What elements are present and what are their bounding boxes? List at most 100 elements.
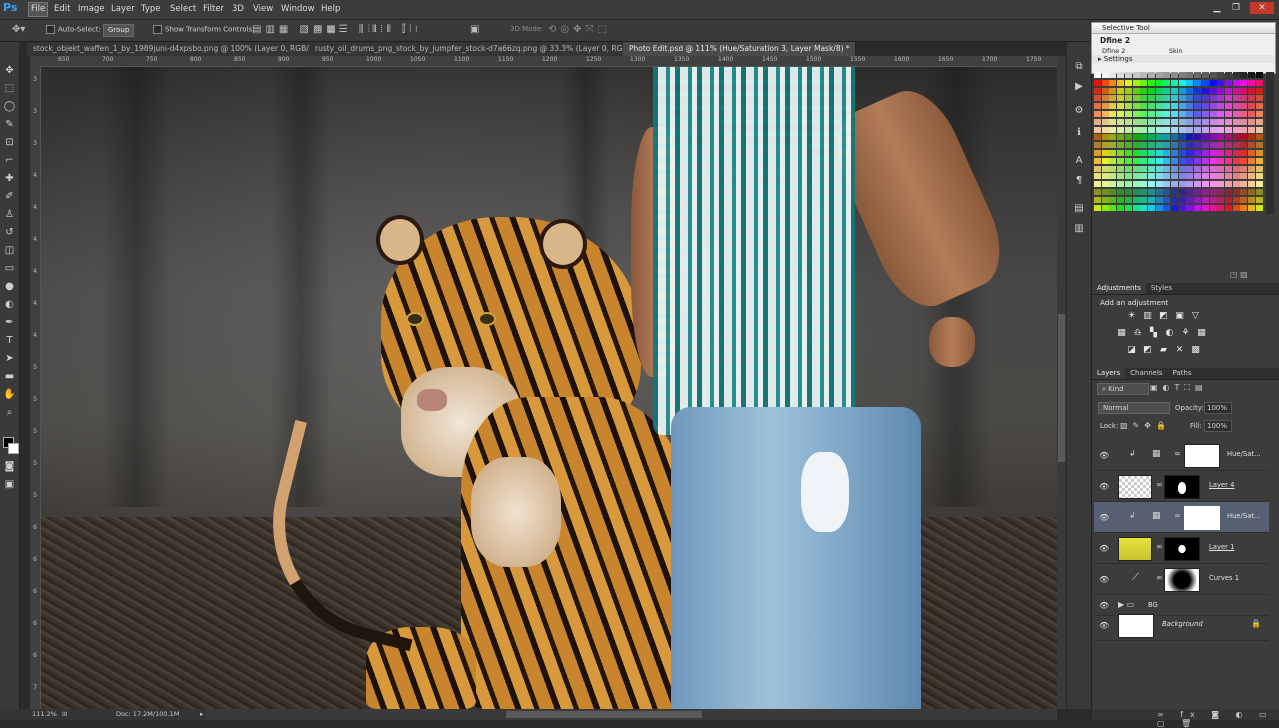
layer-filter-icons[interactable]: ▣◐T⛶▤ <box>1150 383 1208 393</box>
eye-icon[interactable]: 👁 <box>1099 513 1109 522</box>
color-swatch[interactable] <box>1194 142 1202 149</box>
color-swatch[interactable] <box>1101 173 1109 180</box>
color-swatch[interactable] <box>1140 72 1148 78</box>
color-swatch[interactable] <box>1124 157 1132 164</box>
color-swatch[interactable] <box>1194 157 1202 164</box>
color-swatch[interactable] <box>1194 150 1202 156</box>
color-swatch[interactable] <box>1178 111 1186 117</box>
color-swatch[interactable] <box>1147 204 1155 211</box>
color-swatch[interactable] <box>1124 134 1132 141</box>
color-swatch[interactable] <box>1101 181 1109 188</box>
color-swatch[interactable] <box>1248 87 1255 94</box>
color-swatch[interactable] <box>1217 150 1225 156</box>
color-swatch[interactable] <box>1232 157 1240 164</box>
color-swatch[interactable] <box>1094 204 1101 211</box>
color-swatch[interactable] <box>1171 79 1178 86</box>
color-swatch[interactable] <box>1132 118 1140 125</box>
color-swatch[interactable] <box>1132 150 1140 156</box>
selective-color-icon[interactable]: ▩ <box>1190 346 1201 355</box>
color-swatch[interactable] <box>1248 95 1255 102</box>
color-swatch[interactable] <box>1194 173 1202 180</box>
color-swatch[interactable] <box>1178 150 1186 156</box>
color-swatch[interactable] <box>1147 79 1155 86</box>
color-swatch[interactable] <box>1171 181 1178 188</box>
vertical-scroll-thumb[interactable] <box>1058 314 1065 462</box>
color-swatch[interactable] <box>1094 103 1101 110</box>
layer-row-layer-4[interactable]: 👁 ∞ Layer 4 <box>1094 471 1269 502</box>
photo-filter-icon[interactable]: ◐ <box>1164 329 1175 338</box>
color-swatch[interactable] <box>1186 196 1194 203</box>
color-swatch[interactable] <box>1224 79 1232 86</box>
color-swatch[interactable] <box>1186 118 1194 125</box>
color-swatch[interactable] <box>1117 157 1125 164</box>
color-swatch[interactable] <box>1109 72 1117 78</box>
eye-icon[interactable]: 👁 <box>1099 601 1109 610</box>
color-swatch[interactable] <box>1101 72 1109 78</box>
color-swatch[interactable] <box>1248 157 1255 164</box>
color-swatch[interactable] <box>1163 142 1171 149</box>
color-swatch[interactable] <box>1240 181 1248 188</box>
status-menu-arrow-icon[interactable]: ▸ <box>200 709 203 720</box>
color-swatch[interactable] <box>1248 142 1255 149</box>
menu-3d[interactable]: 3D <box>232 3 244 16</box>
eyedropper-tool-icon[interactable]: ⌐ <box>3 154 16 168</box>
color-swatch[interactable] <box>1124 189 1132 195</box>
color-swatch[interactable] <box>1255 181 1263 188</box>
lasso-tool-icon[interactable]: ◯ <box>3 100 16 114</box>
color-swatch[interactable] <box>1147 126 1155 133</box>
settings-row[interactable]: ▸ Settings <box>1092 55 1275 63</box>
color-swatch[interactable] <box>1163 118 1171 125</box>
color-swatch[interactable] <box>1132 196 1140 203</box>
color-swatch[interactable] <box>1163 72 1171 78</box>
color-swatch[interactable] <box>1155 134 1163 141</box>
color-swatch[interactable] <box>1186 134 1194 141</box>
color-swatch[interactable] <box>1248 196 1255 203</box>
color-swatch[interactable] <box>1178 103 1186 110</box>
color-swatch[interactable] <box>1186 165 1194 172</box>
layer-name[interactable]: Curves 1 <box>1209 574 1239 582</box>
color-swatch[interactable] <box>1248 189 1255 195</box>
color-swatch[interactable] <box>1194 87 1202 94</box>
menu-filter[interactable]: Filter <box>203 3 224 16</box>
properties-icon[interactable]: ⚙ <box>1072 104 1086 118</box>
color-swatch[interactable] <box>1240 87 1248 94</box>
color-swatch[interactable] <box>1101 150 1109 156</box>
color-swatch[interactable] <box>1217 118 1225 125</box>
move-tool-icon[interactable]: ✥ <box>3 64 16 78</box>
color-swatch[interactable] <box>1163 103 1171 110</box>
auto-align-icon[interactable]: ▣ <box>470 24 479 36</box>
color-swatch[interactable] <box>1140 79 1148 86</box>
color-swatch[interactable] <box>1094 126 1101 133</box>
marquee-tool-icon[interactable]: ⬚ <box>3 82 16 96</box>
color-swatch[interactable] <box>1209 204 1217 211</box>
layer-name[interactable]: Hue/Sat... <box>1227 450 1261 458</box>
color-swatch[interactable] <box>1094 181 1101 188</box>
color-swatch[interactable] <box>1094 79 1101 86</box>
color-swatch[interactable] <box>1117 126 1125 133</box>
restore-button[interactable]: ❐ <box>1228 2 1244 14</box>
color-swatch[interactable] <box>1186 173 1194 180</box>
color-swatch[interactable] <box>1124 103 1132 110</box>
color-swatch[interactable] <box>1147 72 1155 78</box>
tab-channels[interactable]: Channels <box>1125 368 1167 379</box>
color-swatch[interactable] <box>1155 157 1163 164</box>
auto-select-checkbox[interactable]: Auto-Select: <box>46 25 101 34</box>
color-swatch[interactable] <box>1217 111 1225 117</box>
color-swatch[interactable] <box>1132 165 1140 172</box>
menu-file[interactable]: File <box>28 2 49 17</box>
chain-icon[interactable]: ∞ <box>1156 542 1163 551</box>
menu-layer[interactable]: Layer <box>111 3 135 16</box>
color-swatch[interactable] <box>1124 126 1132 133</box>
color-swatch[interactable] <box>1194 189 1202 195</box>
layer-row-hue-saturation-top[interactable]: 👁 ↲ ▦ ∞ Hue/Sat... <box>1094 440 1269 471</box>
color-swatch[interactable] <box>1094 173 1101 180</box>
color-swatch[interactable] <box>1101 95 1109 102</box>
color-swatch[interactable] <box>1217 204 1225 211</box>
layer-thumbnail[interactable] <box>1118 537 1152 561</box>
color-swatch[interactable] <box>1255 173 1263 180</box>
color-swatch[interactable] <box>1124 95 1132 102</box>
color-swatch[interactable] <box>1217 87 1225 94</box>
color-swatch[interactable] <box>1217 181 1225 188</box>
color-swatch[interactable] <box>1255 204 1263 211</box>
color-swatch[interactable] <box>1171 126 1178 133</box>
